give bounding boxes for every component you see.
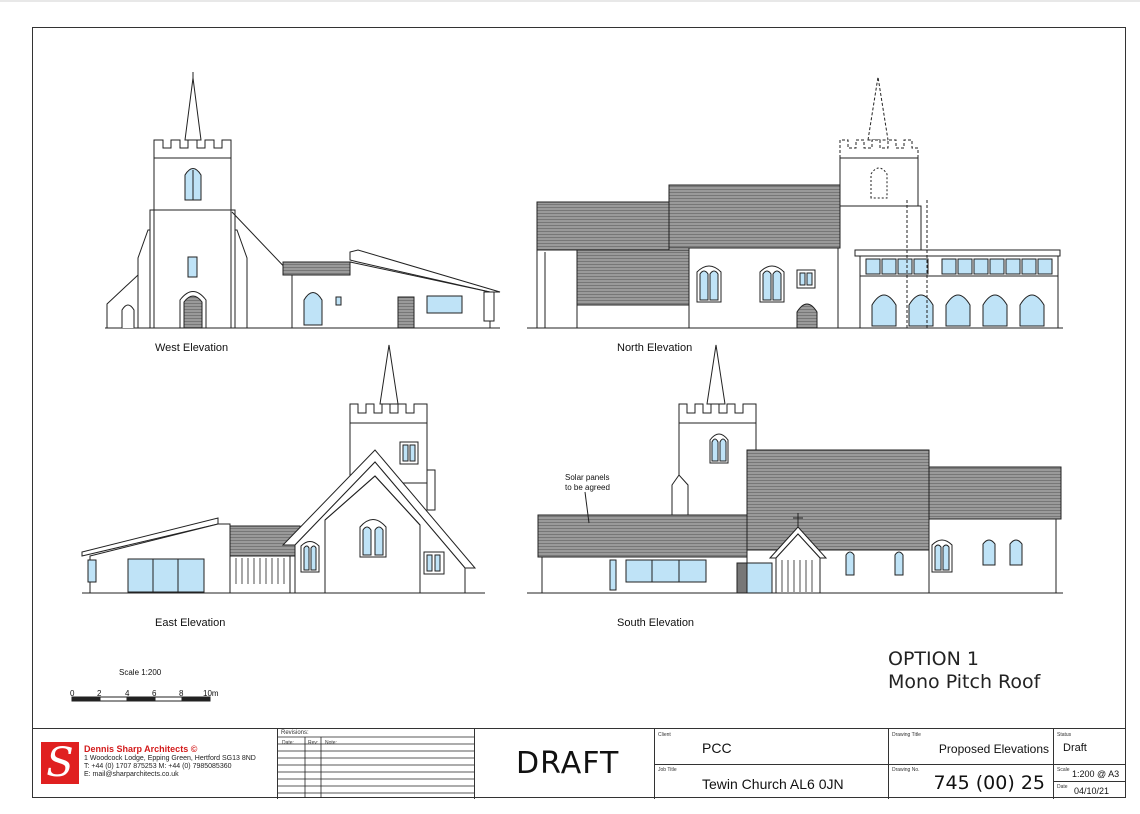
- scale-label: Scale: [1057, 767, 1070, 773]
- revisions-label: Revisions:: [281, 730, 309, 736]
- client-box: Client PCC Job Title Tewin Church AL6 0J…: [654, 729, 888, 799]
- job-title-value: Tewin Church AL6 0JN: [702, 776, 844, 792]
- rev-header-note: Note:: [325, 740, 337, 746]
- firm-address: 1 Woodcock Lodge, Epping Green, Hertford…: [84, 755, 256, 762]
- scale-tick-label: 2: [97, 689, 102, 698]
- option-title: OPTION 1: [888, 648, 979, 670]
- title-block: S Dennis Sharp Architects © 1 Woodcock L…: [32, 728, 1126, 799]
- client-value: PCC: [702, 740, 732, 756]
- date-label: Date: [1057, 784, 1068, 790]
- west-elevation-label: West Elevation: [155, 342, 229, 354]
- revisions-box: Revisions: Date: Rev: Note:: [277, 729, 474, 799]
- status-label: Status: [1057, 732, 1072, 738]
- stamp-box: DRAFT: [474, 729, 654, 799]
- north-elevation: [527, 76, 1063, 329]
- north-elevation-label: North Elevation: [617, 342, 693, 354]
- scale-value: 1:200 @ A3: [1072, 769, 1120, 779]
- note-line-2: to be agreed: [565, 483, 610, 492]
- status-value: Draft: [1063, 742, 1087, 754]
- client-label: Client: [658, 732, 671, 738]
- drawing-no-label: Drawing No.: [892, 767, 920, 773]
- firm-email: E: mail@sharparchitects.co.uk: [84, 771, 179, 778]
- date-value: 04/10/21: [1074, 786, 1110, 796]
- south-elevation-label: South Elevation: [617, 617, 695, 629]
- drawing-no-value: 745 (00) 25: [933, 772, 1045, 794]
- south-elevation: [527, 344, 1063, 594]
- status-box: Status Draft Scale 1:200 @ A3 Date 04/10…: [1053, 729, 1126, 799]
- option-heading: OPTION 1 Mono Pitch Roof: [888, 648, 1040, 694]
- east-elevation: [81, 344, 485, 594]
- option-subtitle: Mono Pitch Roof: [888, 671, 1041, 693]
- scale-bar: [71, 696, 211, 702]
- scale-bar-title: Scale 1:200: [119, 668, 162, 677]
- solar-panels-note: Solar panels to be agreed: [565, 473, 610, 493]
- rev-header-rev: Rev:: [308, 740, 319, 746]
- note-line-1: Solar panels: [565, 473, 610, 482]
- scale-tick-label: 6: [152, 689, 157, 698]
- draft-stamp: DRAFT: [516, 746, 620, 781]
- scale-tick-label: 0: [70, 689, 75, 698]
- scale-tick-label: 4: [125, 689, 130, 698]
- rev-header-date: Date:: [282, 740, 294, 746]
- scale-tick-label: 10m: [203, 689, 219, 698]
- job-title-label: Job Title: [658, 767, 677, 773]
- west-elevation: [105, 72, 501, 329]
- firm-phone: T: +44 (0) 1707 875253 M: +44 (0) 798508…: [84, 763, 232, 770]
- scale-tick-label: 8: [179, 689, 184, 698]
- firm-name: Dennis Sharp Architects ©: [84, 744, 198, 754]
- drawing-title-box: Drawing Title Proposed Elevations Drawin…: [888, 729, 1053, 799]
- drawing-title-value: Proposed Elevations: [938, 742, 1049, 756]
- drawing-title-label: Drawing Title: [892, 732, 921, 738]
- east-elevation-label: East Elevation: [155, 617, 226, 629]
